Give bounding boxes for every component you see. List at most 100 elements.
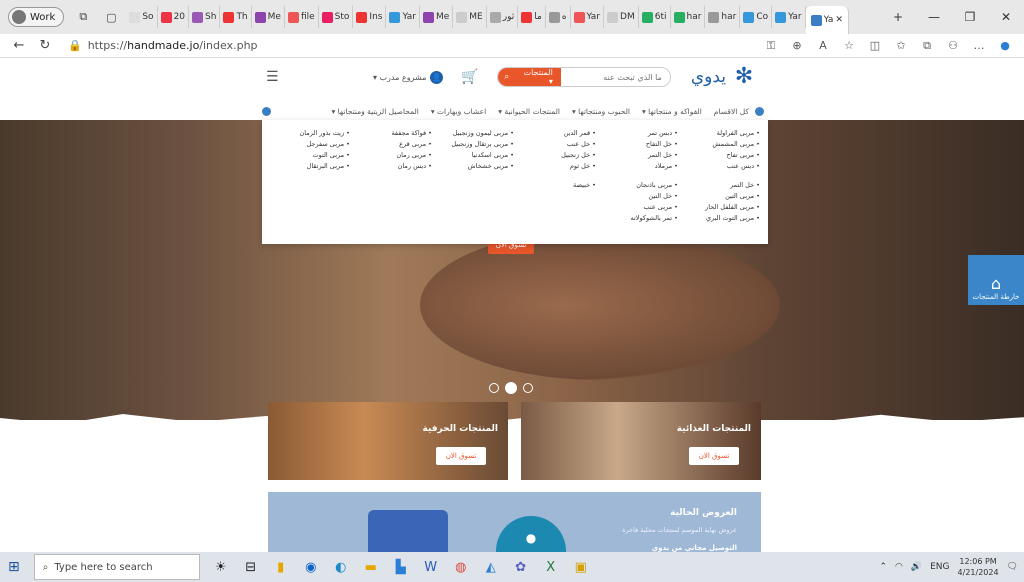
extensions-icon[interactable]: ⚇ [940,39,966,52]
profile-button[interactable]: Work [8,7,65,27]
favorite-icon[interactable]: ☆ [836,39,862,52]
crafts-card[interactable]: المنتجات الحرفية تسوق الان [268,402,508,480]
files-icon[interactable]: ▬ [356,560,386,575]
browser-tab[interactable]: Co [740,6,773,28]
mega-menu-item[interactable]: خل التفاح [596,139,678,150]
mega-menu-item[interactable]: مربى المشمش [678,139,760,150]
mega-menu-item[interactable]: خل التمر [678,180,760,191]
category-nav-item[interactable]: الفواكه و منتجاتها ▾ [642,107,702,116]
taskbar-search[interactable]: ⌕ Type here to search [33,554,200,580]
offers-banner[interactable]: ● العروض الحالية عروض نهاية الموسم لمنتج… [268,492,761,552]
mega-menu-item[interactable]: خل زنجبيل [514,150,596,161]
tab-actions-icon[interactable]: ▢ [102,8,120,26]
browser-tab[interactable]: Me [420,6,454,28]
sticky-icon[interactable]: ▣ [566,560,596,575]
browser-tab[interactable]: DM [604,6,639,28]
workspaces-icon[interactable]: ⧉ [74,8,92,26]
chrome-icon[interactable]: ◍ [446,560,476,575]
mega-menu-item[interactable]: خبيصة [514,180,596,191]
read-aloud-icon[interactable]: A [810,39,836,52]
browser-tab[interactable]: ثور [487,6,519,28]
mega-menu-item[interactable]: فواكة مجففة [350,128,432,139]
cart-icon[interactable]: 🛒 [461,69,478,85]
mega-menu-item[interactable]: خل عنب [514,139,596,150]
mega-menu-item[interactable]: مربى الفلفل الحار [678,202,760,213]
more-icon[interactable]: … [966,39,992,52]
mega-menu-item[interactable]: مربى برتقال وزنجبيل [432,139,514,150]
word-icon[interactable]: W [416,560,446,575]
edge-icon[interactable]: ◐ [326,560,356,575]
language-indicator[interactable]: ENG [930,562,949,572]
teams-icon[interactable]: ✿ [506,560,536,575]
search-input[interactable] [560,68,670,86]
browser-tab[interactable]: 20 [158,6,190,28]
category-nav-item[interactable]: الحبوب ومنتجاتها ▾ [572,107,630,116]
browser-tab[interactable]: Ins [353,6,387,28]
collections-icon[interactable]: ⧉ [914,39,940,53]
site-logo[interactable]: ✻ يدوي [691,63,758,91]
browser-tab[interactable]: har [671,6,706,28]
split-icon[interactable]: ◫ [862,39,888,52]
card-shop-button[interactable]: تسوق الان [436,447,486,465]
mega-menu-item[interactable]: مربى التوت [268,150,350,161]
carousel-dot[interactable] [523,383,533,393]
outlook-icon[interactable]: ◉ [296,560,326,575]
new-tab-button[interactable]: + [880,10,916,24]
browser-tab[interactable]: So [126,6,158,28]
notifications-icon[interactable]: 🗨 [1007,562,1018,572]
browser-tab[interactable]: Sto [319,6,354,28]
category-nav-item[interactable]: المحاصيل الزيتية ومنتجاتها ▾ [332,107,419,116]
mega-menu-item[interactable]: مربى اسكدنيا [432,150,514,161]
account-menu[interactable]: 👤 مشروع مدرب ▾ [373,70,444,84]
search-category-select[interactable]: المنتجات ▾ [515,68,561,86]
task-view-icon[interactable]: ⊟ [236,560,266,575]
excel-icon[interactable]: X [536,560,566,575]
store-icon[interactable]: ▙ [386,560,416,575]
mega-menu-item[interactable]: مربى رمان [350,150,432,161]
tray-chevron-icon[interactable]: ⌃ [880,562,888,572]
mega-menu-item[interactable]: مربى التين [678,191,760,202]
active-tab[interactable]: Ya ✕ [805,6,849,34]
widgets-icon[interactable]: ☀ [206,560,236,575]
browser-tab[interactable]: ه [546,6,571,28]
menu-icon[interactable]: ☰ [266,69,279,85]
category-nav-item[interactable]: المنتجات الحيوانية ▾ [498,107,560,116]
mega-menu-item[interactable]: مربى قرع [350,139,432,150]
mega-menu-item[interactable]: خل التين [596,191,678,202]
category-nav-item[interactable]: اعشاب وبهارات ▾ [431,107,486,116]
search-icon[interactable]: ⌕ [497,68,516,86]
mega-menu-item[interactable]: قمر الدين [514,128,596,139]
photos-icon[interactable]: ◭ [476,560,506,575]
mega-menu-item[interactable]: مربى ليمون وزنجبيل [432,128,514,139]
mega-menu-item[interactable]: زيت بذور الرمان [268,128,350,139]
browser-tab[interactable]: file [285,6,319,28]
browser-tab[interactable]: Th [220,6,252,28]
browser-tab[interactable]: Me [252,6,285,28]
mega-menu-item[interactable]: تمر بالشوكولاته [596,213,678,224]
copilot-icon[interactable]: ● [992,39,1018,52]
mega-menu-item[interactable]: مربى تفاح [678,150,760,161]
food-card[interactable]: المنتجات الغذائية تسوق الان [521,402,761,480]
carousel-dot-active[interactable] [505,382,517,394]
windows-start-icon[interactable]: ⊞ [8,559,20,575]
close-window-button[interactable]: ✕ [988,10,1024,24]
mega-menu-item[interactable]: مربى عنب [596,202,678,213]
mega-menu-item[interactable]: مربى باذنجان [596,180,678,191]
mega-menu-item[interactable]: مربى خشخاش [432,161,514,172]
card-shop-button[interactable]: تسوق الان [689,447,739,465]
mega-menu-item[interactable]: مربى التوت البري [678,213,760,224]
mega-menu-item[interactable]: دبس عنب [678,161,760,172]
mega-menu-item[interactable]: دبس تمر [596,128,678,139]
minimize-button[interactable]: — [916,10,952,24]
close-tab-icon[interactable]: ✕ [835,15,843,25]
wifi-icon[interactable]: ◠ [895,562,903,572]
browser-tab[interactable]: Sh [189,6,221,28]
back-icon[interactable]: ← [6,38,32,53]
clock[interactable]: 12:06 PM 4/21/2024 [958,556,999,578]
restore-button[interactable]: ❐ [952,10,988,24]
carousel-dot[interactable] [489,383,499,393]
category-nav-item[interactable]: كل الاقسام [714,107,749,116]
key-icon[interactable]: ⚿ [758,39,784,53]
file-explorer-icon[interactable]: ▮ [266,560,296,575]
refresh-icon[interactable]: ↻ [32,38,58,53]
